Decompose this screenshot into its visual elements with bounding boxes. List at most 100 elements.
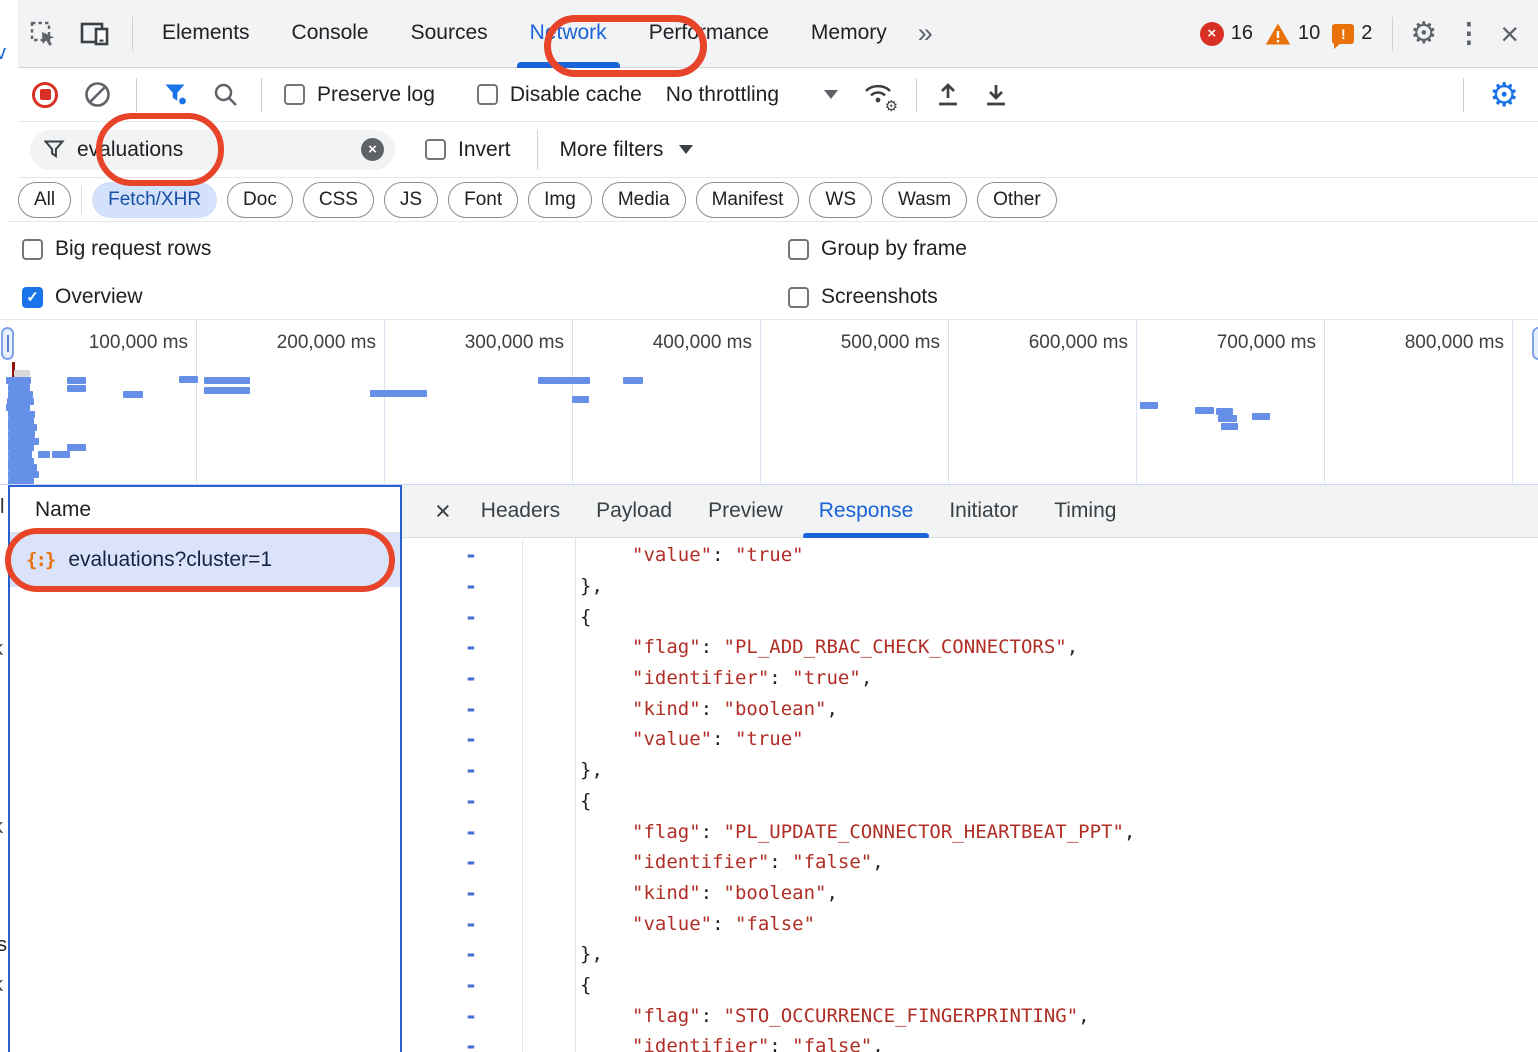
big-request-rows-checkbox[interactable] <box>22 239 43 260</box>
tab-sources[interactable]: Sources <box>390 0 509 68</box>
fold-marker-icon[interactable]: - <box>465 574 478 598</box>
fold-marker-icon[interactable]: - <box>465 789 478 813</box>
chip-ws[interactable]: WS <box>809 182 872 218</box>
more-tabs-icon[interactable]: » <box>908 18 943 49</box>
code-line: -{ <box>402 970 1538 1001</box>
fold-marker-icon[interactable]: - <box>465 973 478 997</box>
chip-media[interactable]: Media <box>602 182 686 218</box>
preserve-log-checkbox[interactable] <box>284 84 305 105</box>
export-har-icon[interactable] <box>979 78 1013 112</box>
fold-marker-icon[interactable]: - <box>465 666 478 690</box>
overview-request-bar <box>179 376 198 383</box>
detail-tab-timing[interactable]: Timing <box>1036 485 1134 538</box>
detail-tab-preview[interactable]: Preview <box>690 485 801 538</box>
overview-request-bar <box>52 451 70 458</box>
code-text: "identifier": "false", <box>523 1035 884 1052</box>
name-column-header[interactable]: Name <box>10 487 400 533</box>
big-request-rows-label: Big request rows <box>55 237 211 261</box>
code-line: -"value": "true" <box>402 540 1538 571</box>
tab-memory[interactable]: Memory <box>790 0 908 68</box>
chip-js[interactable]: JS <box>384 182 438 218</box>
code-gutter: - <box>402 755 523 786</box>
invert-checkbox[interactable] <box>425 139 446 160</box>
fold-marker-icon[interactable]: - <box>465 820 478 844</box>
timeline-gridline <box>196 320 197 484</box>
tab-network[interactable]: Network <box>509 0 628 68</box>
chip-css[interactable]: CSS <box>303 182 374 218</box>
timeline-right-handle[interactable] <box>1532 327 1538 360</box>
network-settings-gear-icon[interactable]: ⚙ <box>1480 78 1528 111</box>
detail-tab-initiator[interactable]: Initiator <box>931 485 1036 538</box>
code-gutter: - <box>402 632 523 663</box>
record-network-log-button[interactable] <box>32 82 58 108</box>
group-by-frame-checkbox[interactable] <box>788 239 809 260</box>
fold-marker-icon[interactable]: - <box>465 635 478 659</box>
import-har-icon[interactable] <box>931 78 965 112</box>
filter-funnel-icon[interactable] <box>159 78 193 112</box>
settings-gear-icon[interactable]: ⚙ <box>1401 19 1446 49</box>
tab-elements[interactable]: Elements <box>141 0 271 68</box>
request-row[interactable]: {:} evaluations?cluster=1 <box>10 533 400 587</box>
detail-tab-headers[interactable]: Headers <box>463 485 578 538</box>
inspect-element-icon[interactable] <box>26 17 60 51</box>
page-edge-fragment: v <box>0 42 6 65</box>
chip-manifest[interactable]: Manifest <box>696 182 800 218</box>
search-icon[interactable] <box>209 78 243 112</box>
console-errors-badge[interactable]: × 16 <box>1200 22 1253 46</box>
overview-request-bar <box>1195 407 1214 414</box>
kebab-menu-icon[interactable]: ⋮ <box>1446 20 1491 47</box>
chip-img[interactable]: Img <box>528 182 592 218</box>
request-detail-panel: × HeadersPayloadPreviewResponseInitiator… <box>402 485 1538 1052</box>
code-gutter: - <box>402 970 523 1001</box>
detail-tab-payload[interactable]: Payload <box>578 485 690 538</box>
overview-checkbox[interactable]: ✓ <box>22 287 43 308</box>
tab-console[interactable]: Console <box>271 0 390 68</box>
disable-cache-checkbox[interactable] <box>477 84 498 105</box>
fold-marker-icon[interactable]: - <box>465 942 478 966</box>
network-overview-timeline[interactable]: 100,000 ms200,000 ms300,000 ms400,000 ms… <box>0 320 1538 485</box>
error-icon: × <box>1200 22 1224 46</box>
timeline-left-handle[interactable] <box>1 327 14 360</box>
close-detail-icon[interactable]: × <box>435 498 451 525</box>
clear-network-log-icon[interactable] <box>80 78 114 112</box>
throttling-select[interactable]: No throttling <box>666 83 779 107</box>
fold-marker-icon[interactable]: - <box>465 912 478 936</box>
fold-marker-icon[interactable]: - <box>465 1034 478 1052</box>
network-toolbar: Preserve log Disable cache No throttling… <box>18 68 1538 122</box>
more-filters-button[interactable]: More filters <box>560 138 664 162</box>
screenshots-checkbox[interactable] <box>788 287 809 308</box>
device-toolbar-icon[interactable] <box>78 17 112 51</box>
fold-marker-icon[interactable]: - <box>465 727 478 751</box>
preserve-log-label: Preserve log <box>317 83 435 107</box>
fold-marker-icon[interactable]: - <box>465 1004 478 1028</box>
filter-input[interactable]: evaluations × <box>30 130 395 170</box>
chevron-down-icon[interactable] <box>824 90 838 99</box>
code-text: "kind": "boolean", <box>523 698 838 720</box>
fold-marker-icon[interactable]: - <box>465 697 478 721</box>
fold-marker-icon[interactable]: - <box>465 881 478 905</box>
close-devtools-icon[interactable]: × <box>1491 18 1528 50</box>
detail-tab-response[interactable]: Response <box>801 485 932 538</box>
chip-fetch-xhr[interactable]: Fetch/XHR <box>92 182 217 218</box>
chip-all[interactable]: All <box>18 182 71 218</box>
clear-filter-icon[interactable]: × <box>361 138 384 161</box>
response-code: -"value": "true"-},-{-"flag": "PL_ADD_RB… <box>402 538 1538 1052</box>
chip-other[interactable]: Other <box>977 182 1057 218</box>
chip-font[interactable]: Font <box>448 182 518 218</box>
issues-badge[interactable]: ! 2 <box>1332 22 1372 45</box>
code-gutter: - <box>402 878 523 909</box>
tab-performance[interactable]: Performance <box>628 0 790 68</box>
separator <box>136 78 137 112</box>
network-conditions-icon[interactable]: ⚙ <box>862 80 896 110</box>
fold-marker-icon[interactable]: - <box>465 605 478 629</box>
console-warnings-badge[interactable]: 10 <box>1265 22 1320 46</box>
chip-doc[interactable]: Doc <box>227 182 293 218</box>
fold-marker-icon[interactable]: - <box>465 850 478 874</box>
chip-wasm[interactable]: Wasm <box>882 182 967 218</box>
fold-marker-icon[interactable]: - <box>465 543 478 567</box>
chevron-down-icon[interactable] <box>679 145 693 154</box>
code-text: "flag": "STO_OCCURRENCE_FINGERPRINTING", <box>523 1005 1090 1027</box>
fold-marker-icon[interactable]: - <box>465 758 478 782</box>
code-text: }, <box>523 943 603 965</box>
detail-tab-bar: × HeadersPayloadPreviewResponseInitiator… <box>402 485 1538 538</box>
